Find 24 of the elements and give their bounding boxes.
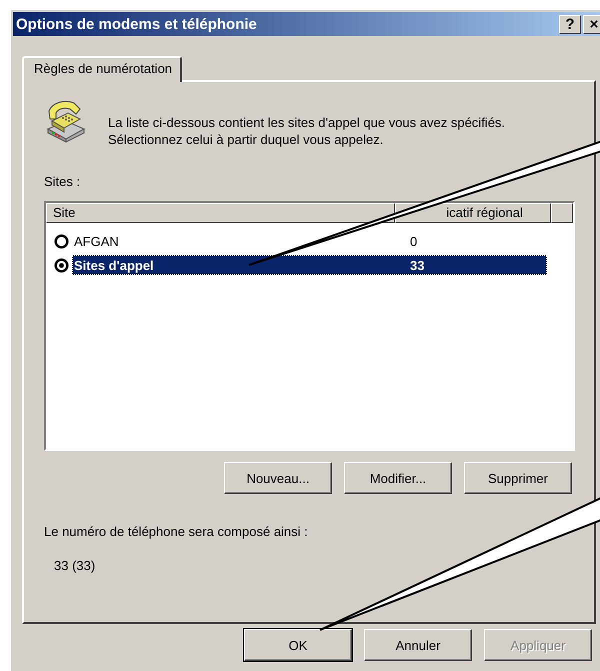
help-button[interactable]: ? (559, 14, 581, 34)
dialog-button[interactable]: Annuler (364, 629, 472, 661)
radio-button[interactable] (54, 258, 69, 272)
column-header[interactable]: Site (46, 203, 396, 223)
site-row[interactable]: Sites d'appel 33 (72, 255, 547, 275)
list-action-button[interactable]: Modifier... (344, 462, 452, 494)
tab[interactable]: Règles de numérotation (22, 56, 182, 82)
window-title: Options de modems et téléphonie (16, 16, 257, 32)
list-action-button[interactable]: Nouveau... (224, 462, 332, 494)
dial-value: 33 (33) (54, 558, 96, 573)
close-button[interactable]: × (583, 14, 600, 34)
sites-label: Sites : (44, 174, 80, 189)
column-header (551, 203, 573, 223)
dialog-button[interactable]: OK (244, 629, 352, 661)
table-cell-text: Sites d'appel (74, 258, 155, 272)
dial-label: Le numéro de téléphone sera composé ainsi : (44, 524, 308, 539)
table-cell-text: 0 (409, 234, 418, 248)
table-cell-text: AFGAN (74, 234, 120, 248)
list-action-button[interactable]: Supprimer (464, 462, 572, 494)
radio-button[interactable] (54, 234, 69, 248)
site-row[interactable]: AFGAN 0 (72, 231, 547, 251)
intro-text: La liste ci-dessous contient les sites d'appel que vous avez spécifiés. Sélectionnez celui à partir duquel vous appelez. (108, 114, 506, 148)
table-cell-text: 33 (409, 258, 424, 272)
column-header[interactable]: icatif régional (395, 203, 552, 223)
